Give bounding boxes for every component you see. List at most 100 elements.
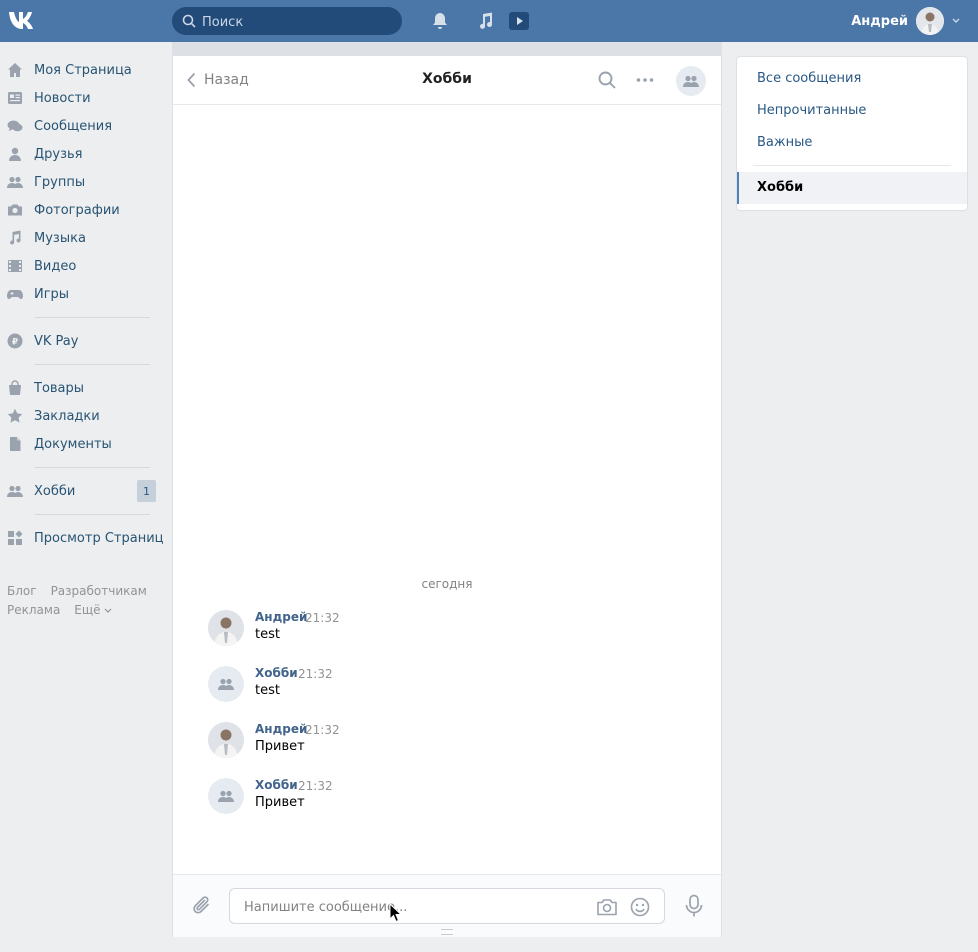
camera-icon[interactable] <box>596 896 618 918</box>
folder-active-hobby[interactable]: Хобби <box>737 172 967 204</box>
conversation-avatar[interactable] <box>676 66 706 96</box>
nav-label: Новости <box>34 90 91 106</box>
chat-panel: Назад Хобби сегодня Андрей 21:32 test Хо… <box>172 42 722 937</box>
svg-text:₽: ₽ <box>12 338 18 348</box>
blog-link[interactable]: Блог <box>7 584 37 598</box>
unread-badge: 1 <box>137 480 156 502</box>
music-note-icon[interactable] <box>476 11 496 31</box>
nav-label: Группы <box>34 174 86 190</box>
message-author[interactable]: Хобби <box>255 778 298 792</box>
divider <box>35 514 150 515</box>
nav-label: Сообщения <box>34 118 113 134</box>
nav-item-my-page[interactable]: Моя Страница <box>0 56 165 84</box>
nav-label: Игры <box>34 286 70 302</box>
more-icon[interactable] <box>635 70 655 90</box>
nav-item-apps[interactable]: Просмотр Страниц <box>0 524 165 552</box>
message-time: 21:32 <box>298 667 333 681</box>
message-author[interactable]: Андрей <box>255 610 307 624</box>
nav-label: Друзья <box>34 146 83 162</box>
search-box[interactable] <box>172 7 402 37</box>
bag-icon <box>7 380 23 396</box>
vk-logo[interactable] <box>7 9 41 31</box>
paperclip-icon[interactable] <box>191 895 213 917</box>
nav-item-group-hobby[interactable]: Хобби 1 <box>0 477 165 505</box>
nav-item-goods[interactable]: Товары <box>0 374 165 402</box>
message-author[interactable]: Хобби <box>255 666 298 680</box>
message-item: Андрей 21:32 Привет <box>208 722 688 762</box>
chevron-down-icon <box>104 608 112 613</box>
chevron-down-icon <box>952 18 960 23</box>
nav-label: Музыка <box>34 230 86 246</box>
more-link[interactable]: Ещё <box>74 603 112 617</box>
developers-link[interactable]: Разработчикам <box>51 584 147 598</box>
folder-unread[interactable]: Непрочитанные <box>757 103 866 118</box>
ads-link[interactable]: Реклама <box>7 603 60 617</box>
message-input-box[interactable] <box>229 888 665 925</box>
message-composer <box>173 874 721 937</box>
avatar[interactable] <box>208 778 244 814</box>
home-icon <box>7 62 23 78</box>
search-input[interactable] <box>200 7 399 37</box>
groups-icon <box>218 790 234 802</box>
nav-item-news[interactable]: Новости <box>0 84 165 112</box>
message-item: Андрей 21:32 test <box>208 610 688 650</box>
nav-label: Товары <box>34 380 85 396</box>
chat-top-strip <box>173 42 721 56</box>
message-text: test <box>255 627 280 642</box>
divider <box>35 364 150 365</box>
user-menu[interactable]: Андрей <box>851 7 960 35</box>
search-icon <box>182 14 196 28</box>
nav-item-music[interactable]: Музыка <box>0 224 165 252</box>
play-icon[interactable] <box>509 11 529 31</box>
nav-item-documents[interactable]: Документы <box>0 430 165 458</box>
nav-item-photos[interactable]: Фотографии <box>0 196 165 224</box>
nav-item-vkpay[interactable]: ₽ VK Pay <box>0 327 165 355</box>
nav-label: VK Pay <box>34 333 79 349</box>
footer-links: Блог Разработчикам Реклама Ещё <box>7 582 157 620</box>
smile-icon[interactable] <box>629 896 651 918</box>
message-time: 21:32 <box>298 779 333 793</box>
chat-header: Назад Хобби <box>173 56 721 105</box>
folder-important[interactable]: Важные <box>757 135 812 150</box>
message-item: Хобби 21:32 test <box>208 666 688 706</box>
star-icon <box>7 408 23 424</box>
divider <box>35 317 150 318</box>
date-separator: сегодня <box>421 577 473 591</box>
nav-label: Закладки <box>34 408 100 424</box>
nav-item-groups[interactable]: Группы <box>0 168 165 196</box>
messages-icon <box>7 118 23 134</box>
message-author[interactable]: Андрей <box>255 722 307 736</box>
top-bar: Андрей <box>0 0 978 42</box>
search-icon[interactable] <box>597 70 617 90</box>
message-text: Привет <box>255 795 305 810</box>
folder-all-messages[interactable]: Все сообщения <box>757 71 861 86</box>
message-input[interactable] <box>242 889 576 925</box>
resize-handle[interactable] <box>441 929 453 935</box>
nav-label: Документы <box>34 436 112 452</box>
message-time: 21:32 <box>305 611 340 625</box>
nav-item-games[interactable]: Игры <box>0 280 165 308</box>
message-folders: Все сообщения Непрочитанные Важные Хобби <box>736 56 968 211</box>
nav-item-video[interactable]: Видео <box>0 252 165 280</box>
bell-icon[interactable] <box>430 11 450 31</box>
avatar[interactable] <box>208 722 244 758</box>
nav-item-bookmarks[interactable]: Закладки <box>0 402 165 430</box>
avatar[interactable] <box>208 610 244 646</box>
avatar[interactable] <box>208 666 244 702</box>
more-label: Ещё <box>74 603 101 617</box>
nav-item-messages[interactable]: Сообщения <box>0 112 165 140</box>
microphone-icon[interactable] <box>683 894 705 918</box>
user-name: Андрей <box>851 13 908 29</box>
message-time: 21:32 <box>305 723 340 737</box>
nav-label: Просмотр Страниц <box>34 530 164 546</box>
camera-icon <box>7 202 23 218</box>
friend-icon <box>7 146 23 162</box>
left-navigation: Моя Страница Новости Сообщения Друзья Гр… <box>0 56 165 552</box>
folder-label: Хобби <box>757 180 804 195</box>
apps-icon <box>7 530 23 546</box>
divider <box>35 467 150 468</box>
message-text: test <box>255 683 280 698</box>
nav-label: Хобби <box>34 483 76 499</box>
avatar <box>916 7 944 35</box>
nav-item-friends[interactable]: Друзья <box>0 140 165 168</box>
